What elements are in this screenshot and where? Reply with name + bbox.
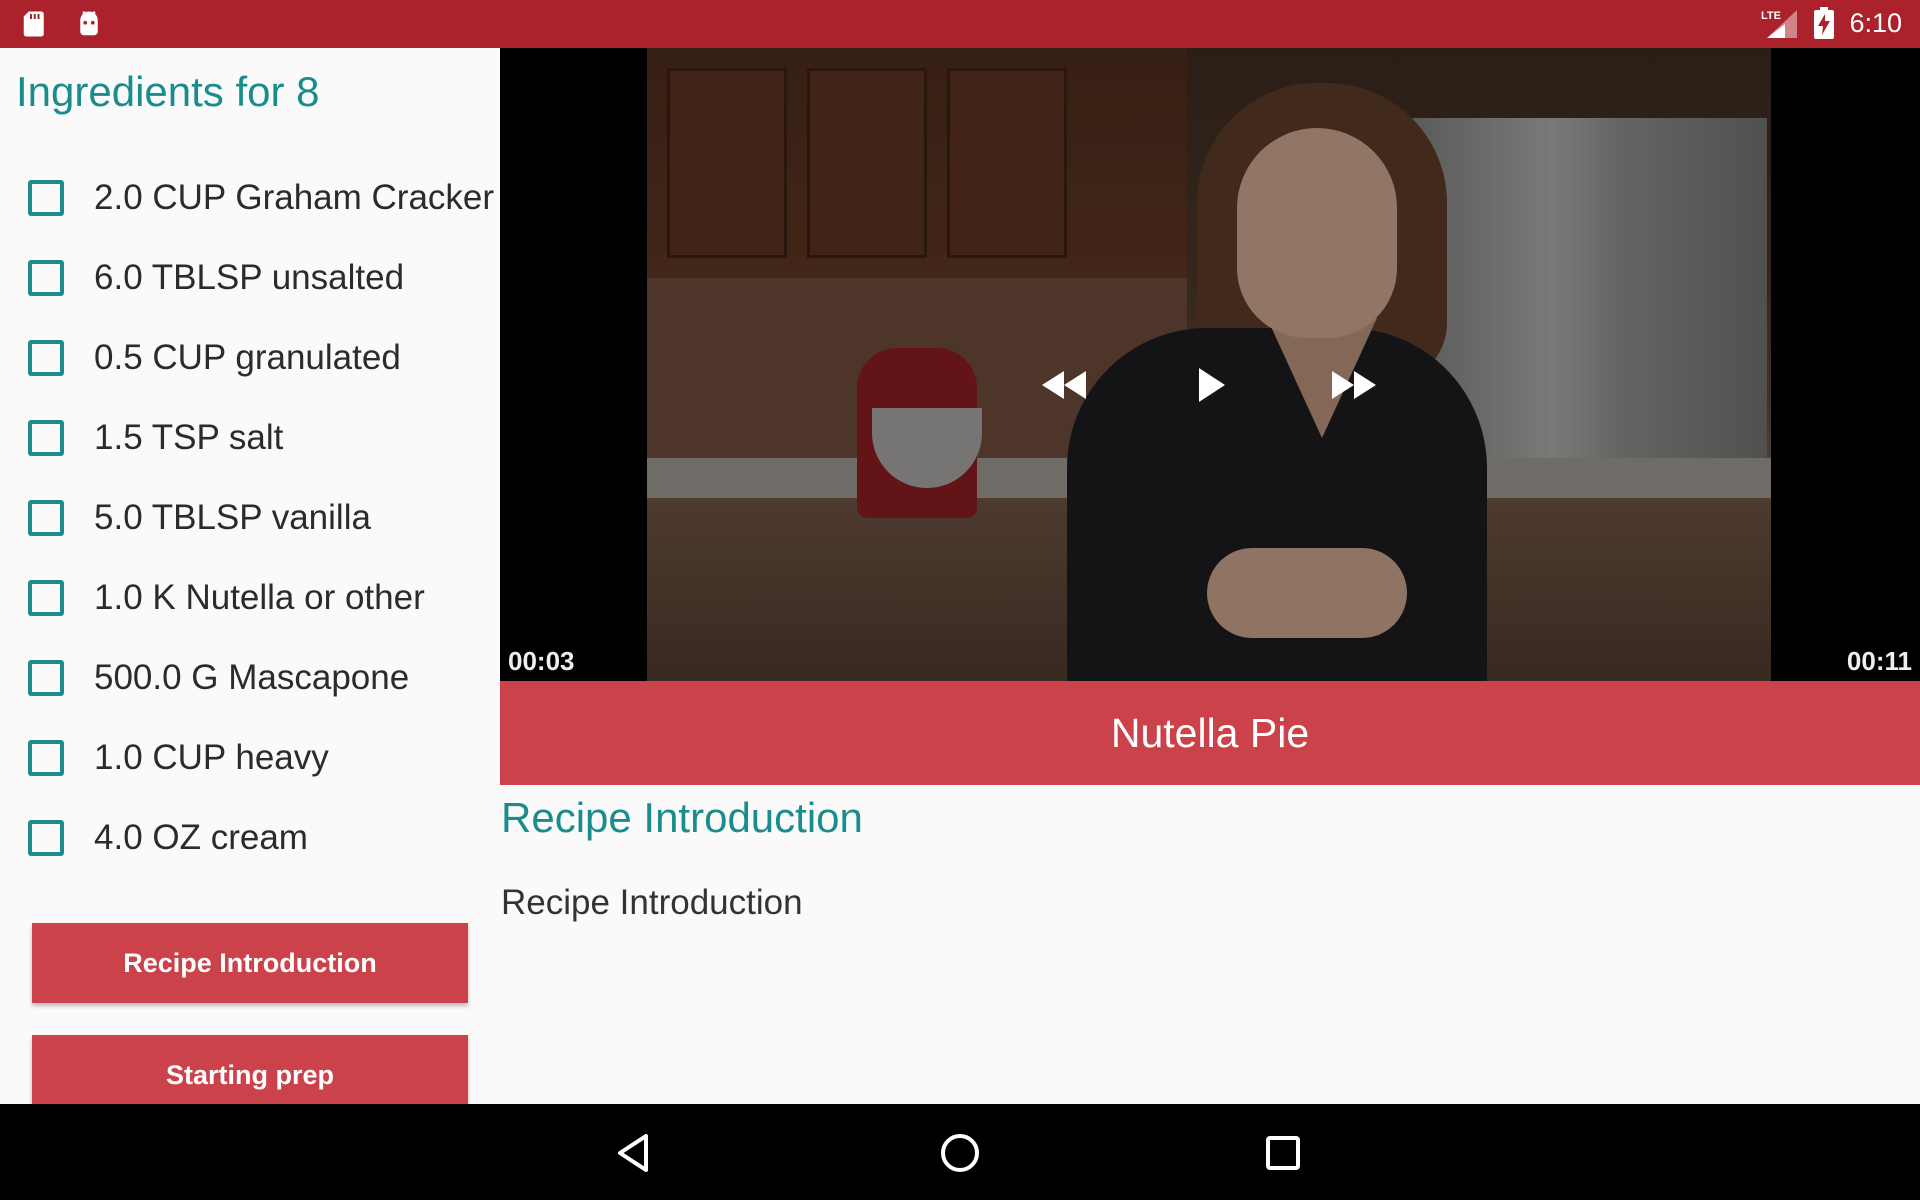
playback-duration: 00:11 xyxy=(1846,646,1912,676)
lte-signal-icon: LTE xyxy=(1761,10,1798,38)
recipe-title-bar: Nutella Pie xyxy=(500,681,1920,785)
playback-position: 00:03 xyxy=(508,646,575,676)
starting-prep-button[interactable]: Starting prep xyxy=(32,1035,468,1104)
ingredient-checkbox[interactable] xyxy=(28,820,64,856)
ingredient-label: 1.0 CUP heavy xyxy=(94,738,329,777)
ingredient-checkbox[interactable] xyxy=(28,660,64,696)
network-type-label: LTE xyxy=(1761,10,1781,22)
ingredient-label: 0.5 CUP granulated xyxy=(94,338,401,377)
ingredient-label: 5.0 TBLSP vanilla xyxy=(94,498,371,537)
ingredient-item[interactable]: 1.0 CUP heavy xyxy=(28,718,498,798)
ingredient-label: 1.5 TSP salt xyxy=(94,418,284,457)
ingredient-checkbox[interactable] xyxy=(28,340,64,376)
ingredient-label: 4.0 OZ cream xyxy=(94,818,308,857)
ingredient-checkbox[interactable] xyxy=(28,580,64,616)
ingredient-label: 500.0 G Mascapone xyxy=(94,658,410,697)
battery-charging-icon xyxy=(1814,7,1835,39)
ingredient-item[interactable]: 6.0 TBLSP unsalted xyxy=(28,238,498,318)
ingredients-panel: Ingredients for 8 2.0 CUP Graham Cracker… xyxy=(0,48,500,1104)
step-description: Recipe Introduction xyxy=(501,883,803,922)
ingredient-item[interactable]: 4.0 OZ cream xyxy=(28,798,498,878)
ingredient-label: 1.0 K Nutella or other xyxy=(94,578,425,617)
recipe-introduction-button[interactable]: Recipe Introduction xyxy=(32,923,468,1003)
navigation-bar xyxy=(0,1104,1920,1200)
clock: 6:10 xyxy=(1849,7,1902,38)
step-heading: Recipe Introduction xyxy=(501,794,863,841)
sd-card-icon xyxy=(23,11,44,37)
ingredient-checkbox[interactable] xyxy=(28,180,64,216)
recipe-title: Nutella Pie xyxy=(1110,709,1310,756)
video-player[interactable]: 00:03 00:11 xyxy=(500,48,1920,681)
ingredients-title: Ingredients for 8 xyxy=(16,68,320,115)
ingredient-checkbox[interactable] xyxy=(28,740,64,776)
fast-forward-icon[interactable] xyxy=(1328,368,1378,402)
rewind-icon[interactable] xyxy=(1040,368,1090,402)
ingredient-checkbox[interactable] xyxy=(28,260,64,296)
controls-overlay xyxy=(500,48,1920,681)
ingredient-item[interactable]: 1.0 K Nutella or other xyxy=(28,558,498,638)
android-debug-icon xyxy=(80,11,98,36)
ingredient-label: 6.0 TBLSP unsalted xyxy=(94,258,405,297)
status-left-icons xyxy=(20,9,104,39)
recents-icon[interactable] xyxy=(1258,1128,1308,1178)
ingredients-list: 2.0 CUP Graham Cracker 6.0 TBLSP unsalte… xyxy=(28,158,498,878)
ingredient-checkbox[interactable] xyxy=(28,420,64,456)
back-icon[interactable] xyxy=(610,1128,660,1178)
ingredient-item[interactable]: 5.0 TBLSP vanilla xyxy=(28,478,498,558)
status-right-icons: LTE 6:10 xyxy=(1759,6,1902,40)
home-icon[interactable] xyxy=(935,1128,985,1178)
ingredient-label: 2.0 CUP Graham Cracker xyxy=(94,178,495,217)
ingredient-item[interactable]: 1.5 TSP salt xyxy=(28,398,498,478)
ingredient-item[interactable]: 500.0 G Mascapone xyxy=(28,638,498,718)
ingredient-item[interactable]: 0.5 CUP granulated xyxy=(28,318,498,398)
ingredient-item[interactable]: 2.0 CUP Graham Cracker xyxy=(28,158,498,238)
status-bar: LTE 6:10 xyxy=(0,0,1920,48)
ingredient-checkbox[interactable] xyxy=(28,500,64,536)
play-icon[interactable] xyxy=(1197,366,1227,404)
